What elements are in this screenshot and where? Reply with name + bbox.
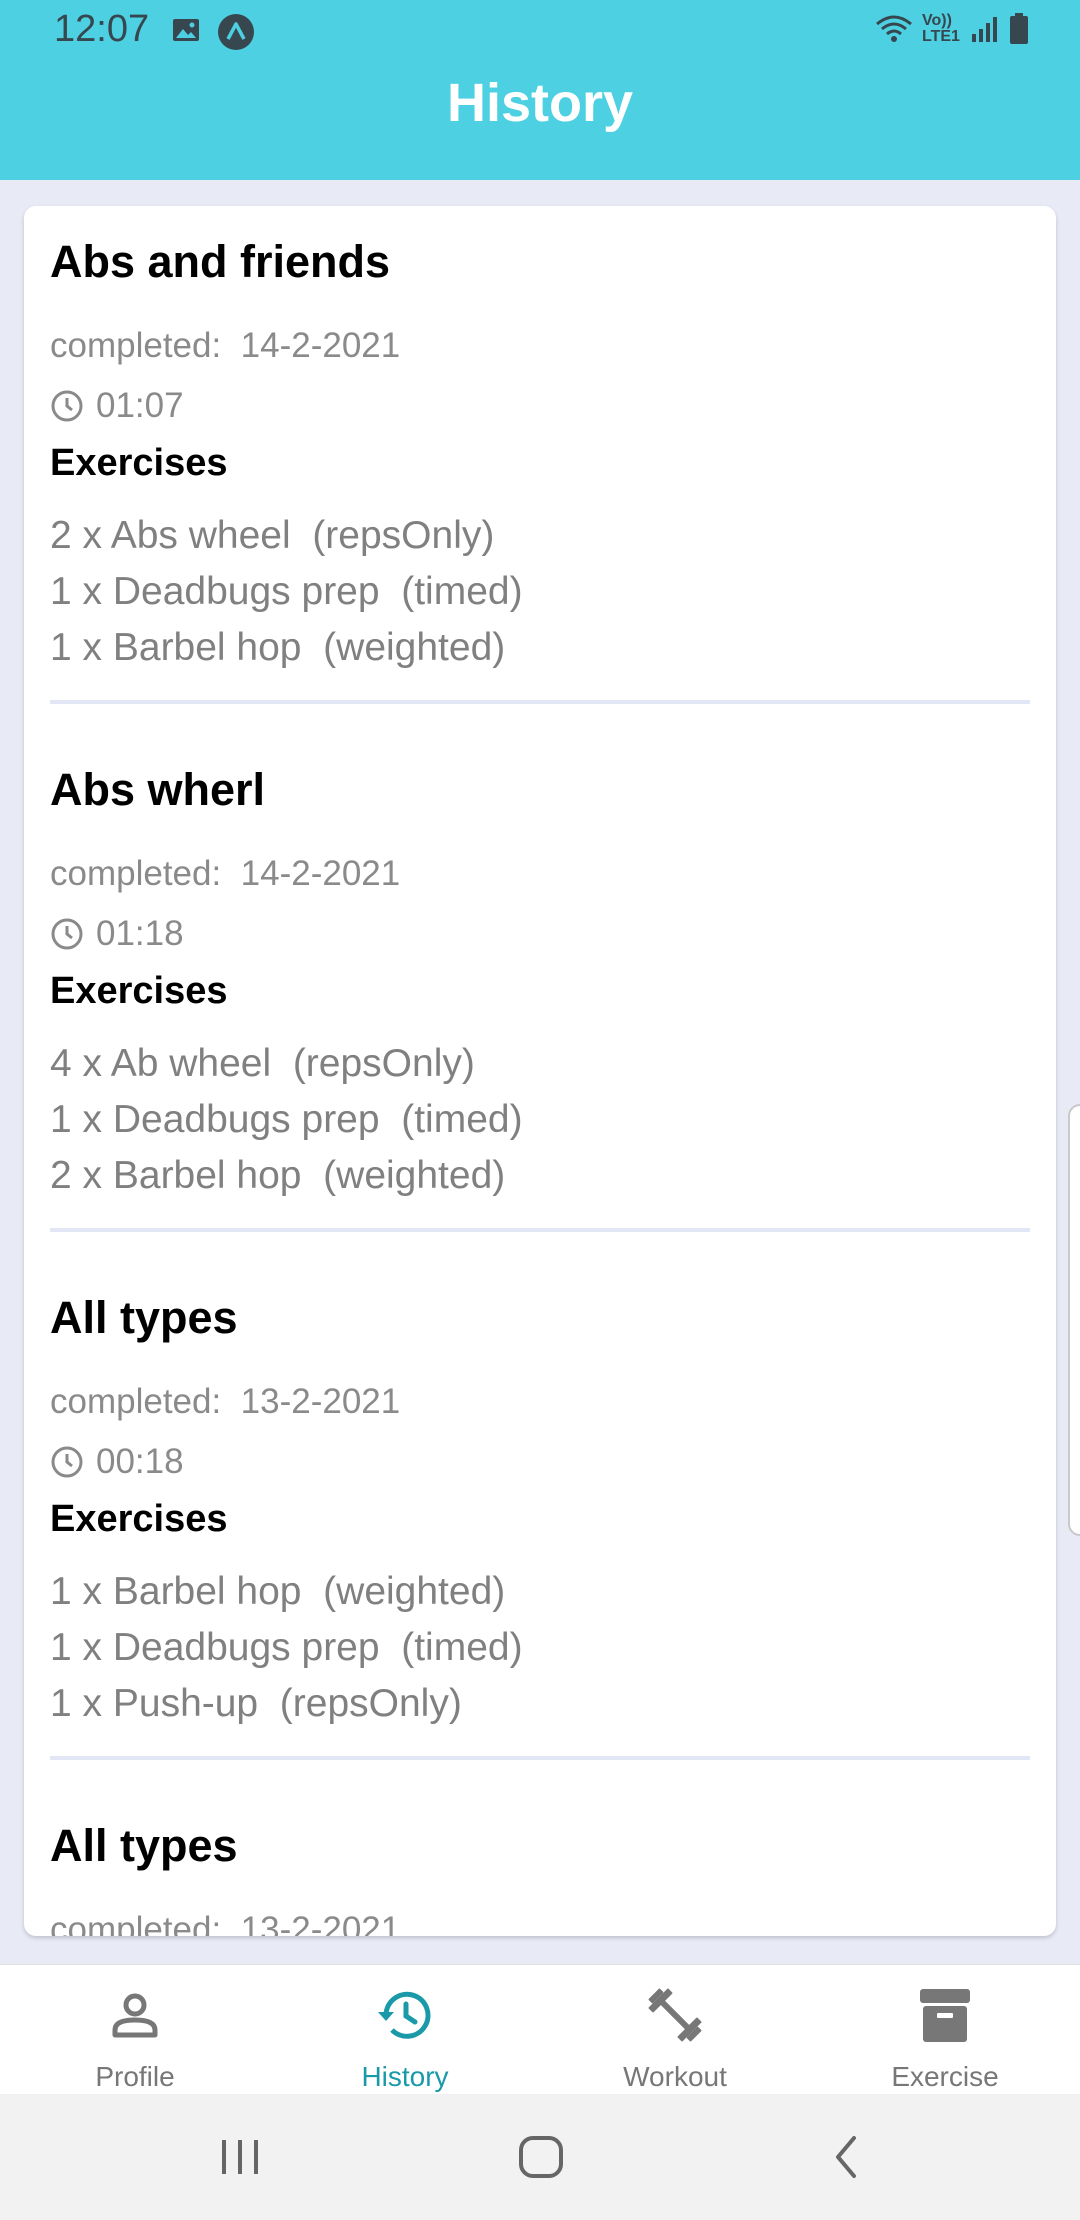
exercise-list: 2 x Abs wheel (repsOnly) 1 x Deadbugs pr… [50, 508, 523, 676]
history-entry[interactable]: Abs and friends completed: 14-2-2021 01:… [50, 236, 1030, 696]
exercise-item: 1 x Deadbugs prep (timed) [50, 1626, 523, 1669]
divider [50, 1756, 1030, 1760]
exercise-item: 2 x Barbel hop (weighted) [50, 1154, 506, 1197]
battery-icon [1010, 13, 1028, 44]
scroll-handle[interactable] [1068, 1104, 1080, 1536]
person-icon [112, 1993, 158, 2038]
workout-duration: 01:18 [96, 914, 184, 953]
exercises-heading: Exercises [50, 970, 228, 1012]
exercise-item: 4 x Ab wheel (repsOnly) [50, 1042, 475, 1085]
history-entry[interactable]: All types completed: 13-2-2021 00:18 Exe… [50, 1292, 1030, 1752]
gallery-icon [173, 19, 199, 41]
exercise-item: 1 x Deadbugs prep (timed) [50, 570, 523, 613]
clock-icon [51, 1446, 83, 1477]
duration-row: 01:07 [50, 388, 184, 423]
back-icon[interactable] [826, 2130, 866, 2184]
workout-name: All types [50, 1820, 238, 1871]
exercise-item: 1 x Deadbugs prep (timed) [50, 1098, 523, 1141]
nav-label: History [361, 2061, 449, 2092]
clock-icon [51, 390, 83, 421]
completed-date: completed: 13-2-2021 [50, 1382, 401, 1421]
exercise-item: 1 x Barbel hop (weighted) [50, 1570, 506, 1613]
workout-duration: 01:07 [96, 386, 184, 425]
nav-label: Workout [623, 2061, 727, 2092]
divider [50, 1228, 1030, 1232]
exercise-list: 4 x Ab wheel (repsOnly) 1 x Deadbugs pre… [50, 1036, 523, 1204]
nav-label: Exercise [891, 2061, 999, 2092]
app-header: 12:07 Vo)) LTE1 History [0, 0, 1080, 180]
exercise-item: 1 x Push-up (repsOnly) [50, 1682, 462, 1725]
bottom-navigation: Profile History Workout Exercise [0, 1964, 1080, 2095]
nav-tab-exercise[interactable]: Exercise [810, 1965, 1080, 2095]
nav-tab-history[interactable]: History [270, 1965, 540, 2095]
network-label: Vo)) LTE1 [922, 12, 960, 45]
archive-icon [920, 1989, 970, 2042]
nav-tab-workout[interactable]: Workout [540, 1965, 810, 2095]
home-icon[interactable] [516, 2130, 566, 2184]
status-icons: Vo)) LTE1 [874, 12, 1030, 46]
page-title: History [446, 73, 634, 133]
workout-duration: 00:18 [96, 1442, 184, 1481]
wifi-icon [876, 15, 912, 42]
exercise-item: 1 x Barbel hop (weighted) [50, 626, 506, 669]
status-time: 12:07 [54, 8, 150, 50]
completed-date: completed: 14-2-2021 [50, 854, 401, 893]
exercise-item: 2 x Abs wheel (repsOnly) [50, 514, 495, 557]
history-entry[interactable]: Abs wherl completed: 14-2-2021 01:18 Exe… [50, 764, 1030, 1224]
signal-icon [972, 17, 997, 42]
nav-tab-profile[interactable]: Profile [0, 1965, 270, 2095]
history-list[interactable]: Abs and friends completed: 14-2-2021 01:… [24, 206, 1056, 1936]
history-entry[interactable]: All types completed: 13-2-2021 [50, 1820, 1030, 1936]
duration-row: 00:18 [50, 1444, 184, 1479]
app-notification-icon [218, 14, 254, 50]
completed-date: completed: 13-2-2021 [50, 1910, 401, 1936]
recent-apps-icon[interactable] [218, 2130, 262, 2184]
workout-name: Abs and friends [50, 236, 391, 287]
exercise-list: 1 x Barbel hop (weighted) 1 x Deadbugs p… [50, 1564, 523, 1732]
history-icon [378, 1991, 431, 2039]
workout-name: Abs wherl [50, 764, 266, 815]
exercises-heading: Exercises [50, 442, 228, 484]
completed-date: completed: 14-2-2021 [50, 326, 401, 365]
exercises-heading: Exercises [50, 1498, 228, 1540]
duration-row: 01:18 [50, 916, 184, 951]
system-navigation-bar [0, 2094, 1080, 2220]
nav-label: Profile [95, 2061, 175, 2092]
dumbbell-icon [648, 1988, 702, 2042]
clock-icon [51, 918, 83, 949]
divider [50, 700, 1030, 704]
status-bar: 12:07 Vo)) LTE1 [0, 0, 1080, 64]
workout-name: All types [50, 1292, 238, 1343]
